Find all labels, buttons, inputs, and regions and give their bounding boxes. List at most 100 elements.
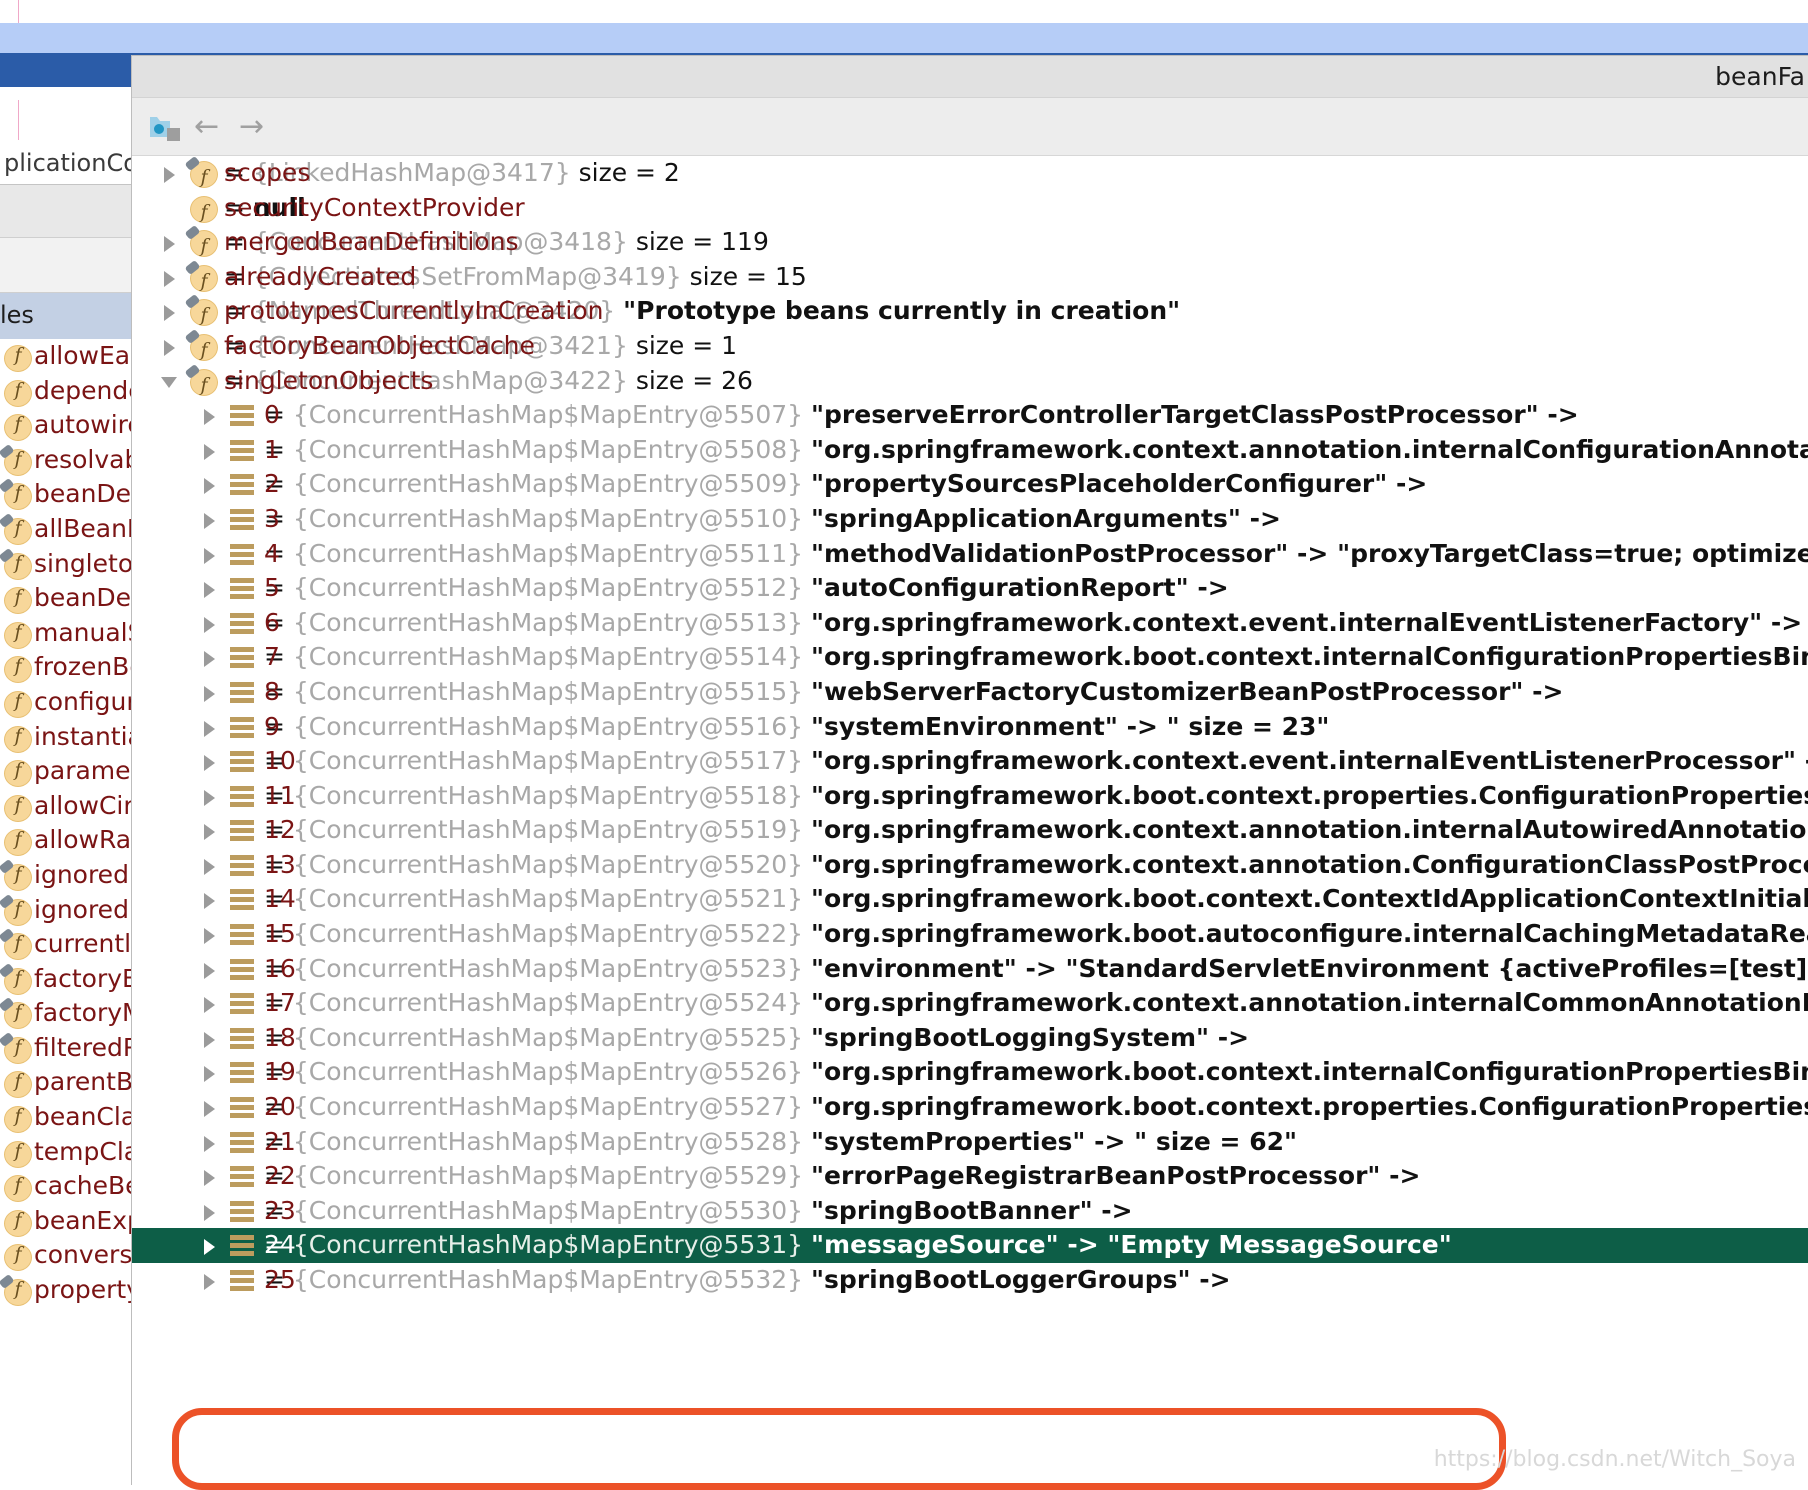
variables-field-item[interactable]: f beanClas	[0, 1101, 148, 1136]
variables-field-item[interactable]: f ignoredD	[0, 893, 148, 929]
variables-field-item[interactable]: f ignoredD	[0, 858, 148, 894]
tree-row[interactable]: f securityContextProvider = null	[132, 191, 1808, 226]
tree-row[interactable]: 10 = {ConcurrentHashMap$MapEntry@5517} "…	[132, 744, 1808, 779]
tree-row[interactable]: f prototypesCurrentlyInCreation = {NamedT…	[132, 294, 1808, 329]
tree-row[interactable]: 9 = {ConcurrentHashMap$MapEntry@5516} "s…	[132, 710, 1808, 745]
value-tree[interactable]: f scopes = {LinkedHashMap@3417} size = 2f…	[132, 156, 1808, 1485]
variables-field-item[interactable]: f currently	[0, 928, 148, 963]
chevron-right-icon[interactable]	[200, 1263, 222, 1298]
tree-row[interactable]: 23 = {ConcurrentHashMap$MapEntry@5530} "…	[132, 1194, 1808, 1229]
chevron-right-icon[interactable]	[200, 710, 222, 745]
variables-field-item[interactable]: f beanDefi	[0, 582, 148, 617]
chevron-down-icon[interactable]	[160, 364, 182, 399]
variables-field-item[interactable]: f allowCirc	[0, 790, 148, 825]
tree-row[interactable]: 8 = {ConcurrentHashMap$MapEntry@5515} "w…	[132, 675, 1808, 710]
code-line-2[interactable]: beanFactory.registerSingleton(MESSAGE_SO…	[0, 23, 1808, 57]
chevron-right-icon[interactable]	[160, 329, 182, 364]
chevron-right-icon[interactable]	[200, 398, 222, 433]
variables-field-item[interactable]: f resolvabl	[0, 443, 148, 479]
tree-row[interactable]: 16 = {ConcurrentHashMap$MapEntry@5523} "…	[132, 952, 1808, 987]
tree-row[interactable]: 15 = {ConcurrentHashMap$MapEntry@5522} "…	[132, 917, 1808, 952]
tree-row[interactable]: 13 = {ConcurrentHashMap$MapEntry@5520} "…	[132, 848, 1808, 883]
chevron-right-icon[interactable]	[200, 952, 222, 987]
tree-row[interactable]: 3 = {ConcurrentHashMap$MapEntry@5510} "s…	[132, 502, 1808, 537]
chevron-right-icon[interactable]	[160, 294, 182, 329]
tree-row[interactable]: f scopes = {LinkedHashMap@3417} size = 2	[132, 156, 1808, 191]
tree-row[interactable]: 18 = {ConcurrentHashMap$MapEntry@5525} "…	[132, 1021, 1808, 1056]
chevron-right-icon[interactable]	[200, 467, 222, 502]
chevron-right-icon[interactable]	[200, 1090, 222, 1125]
variables-field-item[interactable]: fparentBea	[0, 1066, 148, 1101]
chevron-right-icon[interactable]	[200, 1125, 222, 1160]
tree-row[interactable]: 12 = {ConcurrentHashMap$MapEntry@5519} "…	[132, 813, 1808, 848]
variables-field-item[interactable]: f cacheBea	[0, 1170, 148, 1205]
variables-field-item[interactable]: f propertyE	[0, 1274, 148, 1309]
tree-row[interactable]: 7 = {ConcurrentHashMap$MapEntry@5514} "o…	[132, 640, 1808, 675]
variables-field-item[interactable]: f factoryM	[0, 997, 148, 1032]
tree-row[interactable]: f alreadyCreated = {Collections$SetFromMa…	[132, 259, 1808, 295]
tree-row[interactable]: 1 = {ConcurrentHashMap$MapEntry@5508} "o…	[132, 433, 1808, 468]
variables-field-list[interactable]: f allowEag f depender f autowire f resolvabl f be…	[0, 340, 148, 1484]
chevron-right-icon[interactable]	[200, 433, 222, 468]
tree-row[interactable]: 0 = {ConcurrentHashMap$MapEntry@5507} "p…	[132, 398, 1808, 433]
tree-row[interactable]: 6 = {ConcurrentHashMap$MapEntry@5513} "o…	[132, 606, 1808, 641]
back-arrow-icon[interactable]: ←	[191, 107, 231, 147]
chevron-right-icon[interactable]	[200, 986, 222, 1021]
tree-row[interactable]: 5 = {ConcurrentHashMap$MapEntry@5512} "a…	[132, 571, 1808, 606]
tree-row[interactable]: 20 = {ConcurrentHashMap$MapEntry@5527} "…	[132, 1090, 1808, 1125]
variables-field-item[interactable]: f paramete	[0, 755, 148, 790]
variables-field-item[interactable]: f singleton	[0, 547, 148, 583]
variables-section-header[interactable]: les	[0, 293, 148, 339]
chevron-right-icon[interactable]	[200, 537, 222, 572]
variables-field-item[interactable]: f manualSi	[0, 617, 148, 652]
variables-field-item[interactable]: f factoryBe	[0, 962, 148, 998]
chevron-right-icon[interactable]	[200, 744, 222, 779]
chevron-right-icon[interactable]	[200, 640, 222, 675]
variables-field-item[interactable]: f instantiat	[0, 721, 148, 756]
tree-row[interactable]: 11 = {ConcurrentHashMap$MapEntry@5518} "…	[132, 779, 1808, 814]
variables-field-item[interactable]: f configura	[0, 686, 148, 721]
variables-field-item[interactable]: f allowRaw	[0, 824, 148, 859]
tree-row[interactable]: 17 = {ConcurrentHashMap$MapEntry@5524} "…	[132, 986, 1808, 1021]
tree-row[interactable]: f mergedBeanDefinitions = {ConcurrentHash…	[132, 225, 1808, 260]
chevron-right-icon[interactable]	[160, 225, 182, 260]
chevron-right-icon[interactable]	[200, 606, 222, 641]
chevron-right-icon[interactable]	[200, 502, 222, 537]
variables-field-item[interactable]: f conversio	[0, 1239, 148, 1274]
tree-row[interactable]: 25 = {ConcurrentHashMap$MapEntry@5532} "…	[132, 1263, 1808, 1298]
tree-row[interactable]: 21 = {ConcurrentHashMap$MapEntry@5528} "…	[132, 1125, 1808, 1160]
chevron-right-icon[interactable]	[160, 260, 182, 295]
chevron-right-icon[interactable]	[200, 1159, 222, 1194]
variables-field-item[interactable]: f allBeanN	[0, 512, 148, 548]
tree-row-selected[interactable]: 24 = {ConcurrentHashMap$MapEntry@5531} "…	[132, 1228, 1808, 1263]
tree-row[interactable]: 2 = {ConcurrentHashMap$MapEntry@5509} "p…	[132, 467, 1808, 502]
chevron-right-icon[interactable]	[160, 156, 182, 191]
tree-row[interactable]: 19 = {ConcurrentHashMap$MapEntry@5526} "…	[132, 1055, 1808, 1090]
forward-arrow-icon[interactable]: →	[236, 107, 276, 147]
chevron-right-icon[interactable]	[200, 882, 222, 917]
chevron-right-icon[interactable]	[200, 1021, 222, 1056]
variables-field-item[interactable]: f tempClas	[0, 1136, 148, 1171]
variables-field-item[interactable]: f beanDefi	[0, 478, 148, 513]
chevron-right-icon[interactable]	[200, 571, 222, 606]
variables-field-item[interactable]: f frozenBea	[0, 651, 148, 686]
tree-row[interactable]: 14 = {ConcurrentHashMap$MapEntry@5521} "…	[132, 882, 1808, 917]
chevron-right-icon[interactable]	[200, 779, 222, 814]
chevron-right-icon[interactable]	[200, 813, 222, 848]
tree-row[interactable]: f factoryBeanObjectCache = {ConcurrentHas…	[132, 328, 1808, 364]
variables-panel-tab[interactable]: plicationCont	[0, 140, 163, 185]
tree-row[interactable]: f singletonObjects = {ConcurrentHashMap@3…	[132, 363, 1808, 399]
object-node-icon[interactable]	[146, 107, 186, 147]
chevron-right-icon[interactable]	[200, 1055, 222, 1090]
variables-field-item[interactable]: f depender	[0, 375, 148, 410]
variables-field-item[interactable]: f filteredPr	[0, 1031, 148, 1067]
variables-field-item[interactable]: f beanExpr	[0, 1205, 148, 1240]
chevron-right-icon[interactable]	[200, 917, 222, 952]
tree-row[interactable]: 22 = {ConcurrentHashMap$MapEntry@5529} "…	[132, 1159, 1808, 1194]
variables-field-item[interactable]: f autowire	[0, 409, 148, 444]
chevron-right-icon[interactable]	[200, 1228, 222, 1263]
chevron-right-icon[interactable]	[200, 848, 222, 883]
variables-field-item[interactable]: f allowEag	[0, 340, 148, 375]
chevron-right-icon[interactable]	[200, 1194, 222, 1229]
chevron-right-icon[interactable]	[200, 675, 222, 710]
